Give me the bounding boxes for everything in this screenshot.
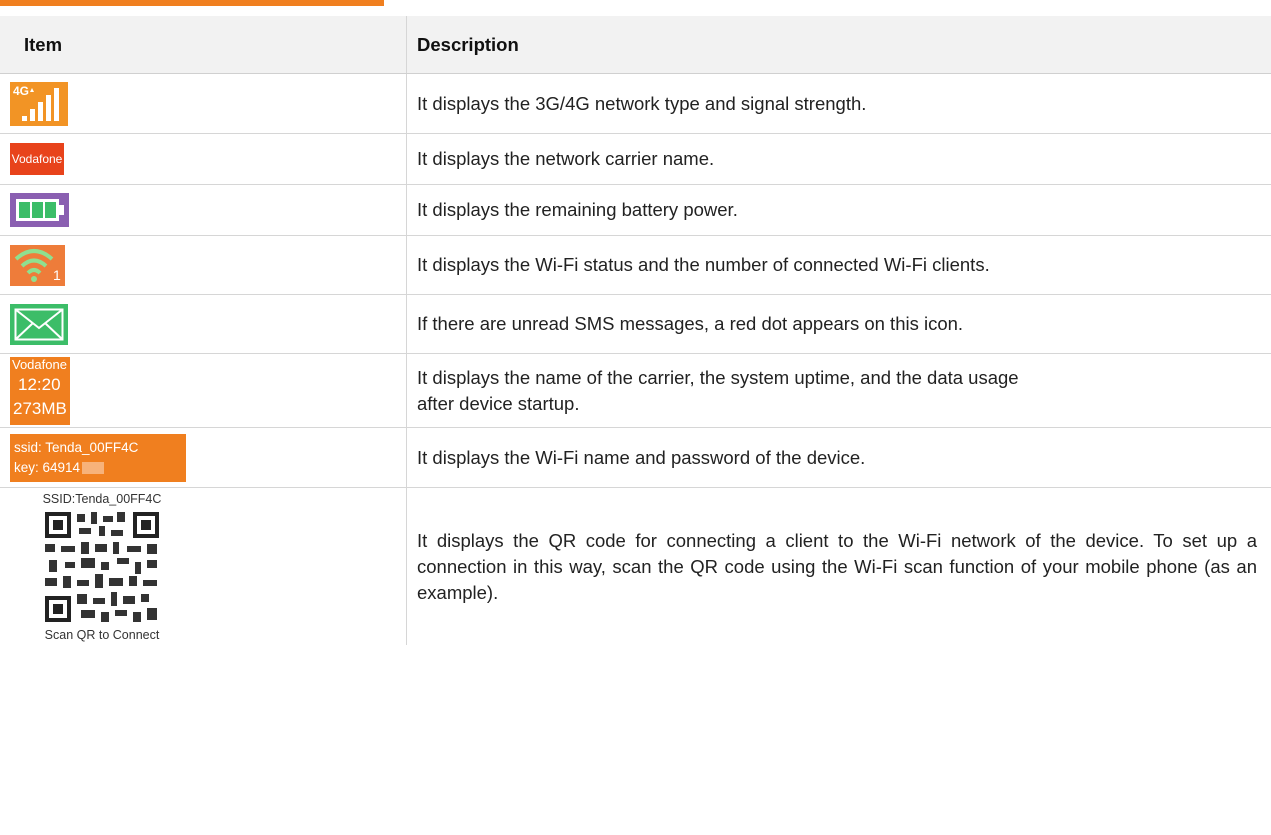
redacted-key-blur [82, 461, 105, 474]
icon-description-table: Item Description 4G It displays the 3G/4… [0, 16, 1271, 645]
table-row: If there are unread SMS messages, a red … [0, 295, 1271, 354]
header-item: Item [0, 16, 407, 73]
row-description: It displays the Wi-Fi name and password … [417, 446, 866, 468]
qr-code-icon [41, 507, 163, 626]
ssid-key-icon: ssid: Tenda_00FF4C key: 64914 [10, 433, 186, 482]
header-description: Description [417, 33, 519, 55]
battery-icon [10, 193, 69, 227]
wifi-icon: 1 [10, 244, 65, 286]
row-description: It displays the remaining battery power. [417, 199, 738, 220]
row-description: It displays the name of the carrier, the… [417, 366, 1019, 414]
row-description: If there are unread SMS messages, a red … [417, 313, 964, 334]
signal-strength-icon: 4G [10, 81, 68, 126]
table-row: 1 It displays the Wi-Fi status and the n… [0, 236, 1271, 295]
sms-envelope-icon [10, 303, 68, 345]
section-accent-bar [0, 0, 384, 6]
table-row: It displays the remaining battery power. [0, 185, 1271, 236]
table-row: SSID:Tenda_00FF4C Scan QR to Connect It … [0, 488, 1271, 645]
row-description: It displays the 3G/4G network type and s… [417, 92, 867, 114]
status-panel-icon: Vodafone 12:20 273MB [10, 356, 70, 425]
table-header: Item Description [0, 16, 1271, 74]
row-description: It displays the Wi-Fi status and the num… [417, 254, 990, 275]
carrier-name-icon: Vodafone [10, 143, 64, 175]
qr-code-panel: SSID:Tenda_00FF4C Scan QR to Connect [41, 491, 163, 642]
table-row: ssid: Tenda_00FF4C key: 64914 It display… [0, 428, 1271, 488]
row-description: It displays the network carrier name. [417, 148, 715, 169]
table-row: 4G It displays the 3G/4G network type an… [0, 74, 1271, 134]
table-row: Vodafone It displays the network carrier… [0, 134, 1271, 185]
table-row: Vodafone 12:20 273MB It displays the nam… [0, 354, 1271, 428]
row-description: It displays the QR code for connecting a… [417, 529, 1257, 603]
